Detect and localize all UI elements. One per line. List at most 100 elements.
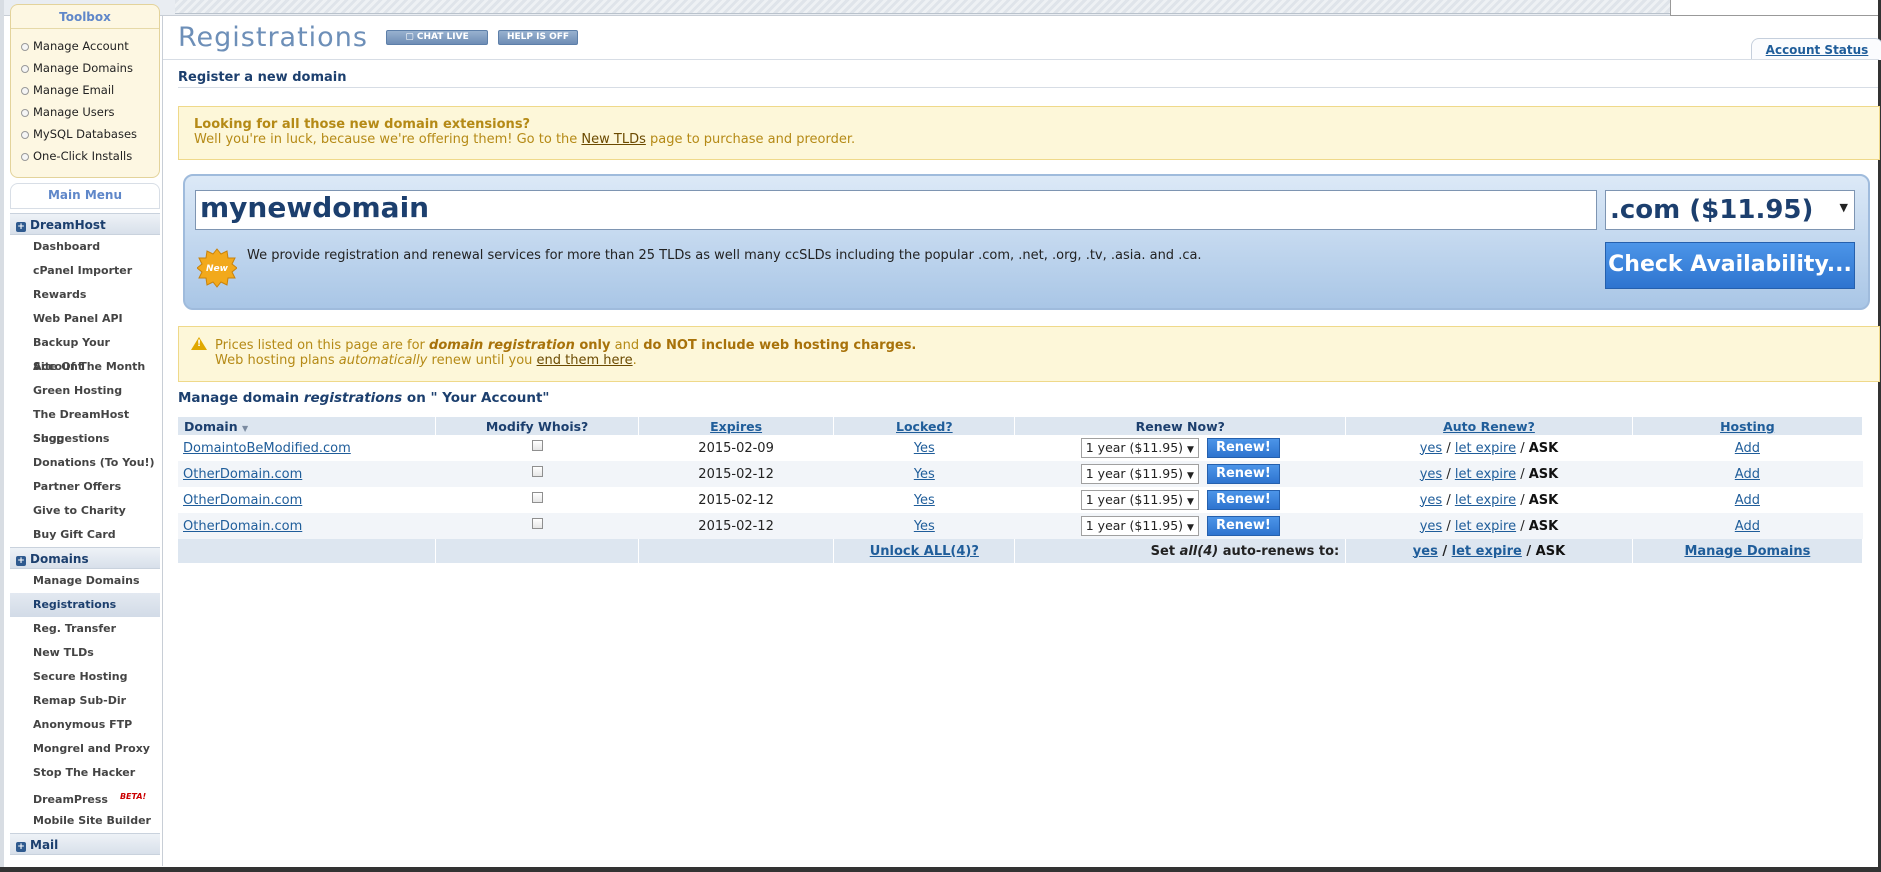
domain-link[interactable]: OtherDomain.com [183, 493, 302, 508]
menu-item-dashboard[interactable]: Dashboard [10, 235, 160, 259]
toolbox-item-manage-email[interactable]: Manage Email [11, 79, 159, 101]
manage-heading: Manage domain registrations on " Your Ac… [178, 390, 549, 406]
modify-whois-checkbox[interactable] [531, 440, 543, 451]
auto-renew-yes-link[interactable]: yes [1420, 441, 1442, 456]
unlock-all-link[interactable]: Unlock ALL(4)? [870, 544, 979, 559]
menu-section-label: DreamHost [30, 218, 106, 232]
menu-item-buy-gift-card[interactable]: Buy Gift Card [10, 523, 160, 547]
modify-whois-checkbox[interactable] [531, 492, 543, 503]
tld-select[interactable]: .com ($11.95) ▼ [1605, 190, 1855, 230]
expires-cell: 2015-02-12 [698, 492, 774, 508]
sort-expires-link[interactable]: Expires [710, 419, 762, 434]
renew-button[interactable]: Renew! [1206, 438, 1280, 458]
register-divider [178, 87, 1878, 88]
sort-hosting-link[interactable]: Hosting [1720, 419, 1775, 434]
toolbox-item-mysql-databases[interactable]: MySQL Databases [11, 123, 159, 145]
registrations-table: Domain ▼ Modify Whois? Expires Locked? R… [178, 417, 1864, 563]
toolbox-item-manage-users[interactable]: Manage Users [11, 101, 159, 123]
domain-link[interactable]: OtherDomain.com [183, 467, 302, 482]
menu-section-dreamhost[interactable]: + DreamHost [10, 213, 160, 235]
account-status-link[interactable]: Account Status [1766, 43, 1869, 57]
sort-auto-renew-link[interactable]: Auto Renew? [1443, 419, 1535, 434]
renew-term-select[interactable]: 1 year ($11.95) ▼ [1080, 490, 1199, 510]
menu-item-green-hosting[interactable]: Green Hosting [10, 379, 160, 403]
menu-item-registrations[interactable]: Registrations [10, 593, 160, 617]
end-hosting-link[interactable]: end them here [537, 353, 633, 368]
renew-term-value: 1 year ($11.95) [1085, 466, 1184, 481]
menu-item-donations[interactable]: Donations (To You!) [10, 451, 160, 475]
renew-button[interactable]: Renew! [1206, 516, 1280, 536]
manage-domains-link[interactable]: Manage Domains [1684, 544, 1810, 559]
col-header-locked[interactable]: Locked? [833, 417, 1016, 435]
menu-item-web-panel-api[interactable]: Web Panel API [10, 307, 160, 331]
chat-live-button[interactable]: ▢ CHAT LIVE [386, 30, 488, 45]
add-hosting-link[interactable]: Add [1735, 493, 1760, 508]
sort-locked-link[interactable]: Locked? [896, 419, 953, 434]
toolbox-item-one-click-installs[interactable]: One-Click Installs [11, 145, 159, 167]
renew-button[interactable]: Renew! [1206, 490, 1280, 510]
menu-item-stop-the-hacker[interactable]: Stop The Hacker [10, 761, 160, 785]
add-hosting-link[interactable]: Add [1735, 467, 1760, 482]
menu-item-remap-sub-dir[interactable]: Remap Sub-Dir [10, 689, 160, 713]
locked-link[interactable]: Yes [914, 441, 935, 456]
menu-section-mail[interactable]: + Mail [10, 833, 160, 855]
menu-item-partner-offers[interactable]: Partner Offers [10, 475, 160, 499]
menu-section-domains[interactable]: + Domains [10, 547, 160, 569]
auto-renew-let-expire-link[interactable]: let expire [1455, 467, 1516, 482]
modify-whois-checkbox[interactable] [531, 518, 543, 529]
menu-item-cpanel-importer[interactable]: cPanel Importer [10, 259, 160, 283]
menu-item-new-tlds[interactable]: New TLDs [10, 641, 160, 665]
check-availability-button[interactable]: Check Availability... [1605, 242, 1855, 289]
menu-item-anonymous-ftp[interactable]: Anonymous FTP [10, 713, 160, 737]
auto-renew-let-expire-link[interactable]: let expire [1455, 441, 1516, 456]
menu-item-site-of-the-month[interactable]: Site Of The Month [10, 355, 160, 379]
menu-item-manage-domains[interactable]: Manage Domains [10, 569, 160, 593]
footer-unlock-cell: Unlock ALL(4)? [833, 539, 1016, 563]
domain-link[interactable]: DomaintoBeModified.com [183, 441, 351, 456]
menu-item-backup-your-account[interactable]: Backup Your Account [10, 331, 160, 373]
auto-renew-yes-link[interactable]: yes [1420, 519, 1442, 534]
menu-item-dreampress[interactable]: DreamPress BETA! [10, 785, 160, 809]
domain-search-input[interactable]: mynewdomain [195, 190, 1597, 230]
toolbox-item-manage-account[interactable]: Manage Account [11, 35, 159, 57]
col-header-modify-whois: Modify Whois? [435, 417, 639, 435]
toolbox-item-manage-domains[interactable]: Manage Domains [11, 57, 159, 79]
menu-item-reg-transfer[interactable]: Reg. Transfer [10, 617, 160, 641]
menu-item-give-to-charity[interactable]: Give to Charity [10, 499, 160, 523]
menu-item-suggestions[interactable]: Suggestions [10, 427, 160, 451]
renew-term-select[interactable]: 1 year ($11.95) ▼ [1080, 438, 1199, 458]
set-all-let-expire-link[interactable]: let expire [1452, 544, 1522, 559]
menu-item-mobile-site-builder[interactable]: Mobile Site Builder [10, 809, 160, 833]
auto-renew-let-expire-link[interactable]: let expire [1455, 493, 1516, 508]
add-hosting-link[interactable]: Add [1735, 519, 1760, 534]
help-status-button[interactable]: HELP IS OFF [498, 30, 578, 45]
domain-link[interactable]: OtherDomain.com [183, 519, 302, 534]
locked-link[interactable]: Yes [914, 493, 935, 508]
sidebar: Toolbox Manage Account Manage Domains Ma… [8, 0, 163, 872]
bullet-icon [21, 65, 29, 73]
auto-renew-let-expire-link[interactable]: let expire [1455, 519, 1516, 534]
pricing-text: and [610, 338, 644, 353]
auto-renew-yes-link[interactable]: yes [1420, 493, 1442, 508]
renew-term-select[interactable]: 1 year ($11.95) ▼ [1080, 464, 1199, 484]
menu-item-mongrel-and-proxy[interactable]: Mongrel and Proxy [10, 737, 160, 761]
url-box[interactable] [1670, 0, 1881, 16]
account-status-tab[interactable]: Account Status [1751, 38, 1881, 60]
modify-whois-checkbox[interactable] [531, 466, 543, 477]
locked-link[interactable]: Yes [914, 519, 935, 534]
set-all-yes-link[interactable]: yes [1413, 544, 1438, 559]
col-header-hosting[interactable]: Hosting [1632, 417, 1864, 435]
add-hosting-link[interactable]: Add [1735, 441, 1760, 456]
menu-item-rewards[interactable]: Rewards [10, 283, 160, 307]
renew-term-select[interactable]: 1 year ($11.95) ▼ [1080, 516, 1199, 536]
col-header-domain[interactable]: Domain ▼ [178, 417, 437, 435]
new-tlds-link[interactable]: New TLDs [581, 132, 645, 147]
menu-item-dreamhost-shop[interactable]: The DreamHost Shop [10, 403, 160, 445]
col-header-expires[interactable]: Expires [638, 417, 835, 435]
auto-renew-yes-link[interactable]: yes [1420, 467, 1442, 482]
menu-item-secure-hosting[interactable]: Secure Hosting [10, 665, 160, 689]
col-header-auto-renew[interactable]: Auto Renew? [1345, 417, 1633, 435]
locked-link[interactable]: Yes [914, 467, 935, 482]
renew-cell: 1 year ($11.95) ▼ Renew! [1015, 487, 1346, 513]
renew-button[interactable]: Renew! [1206, 464, 1280, 484]
